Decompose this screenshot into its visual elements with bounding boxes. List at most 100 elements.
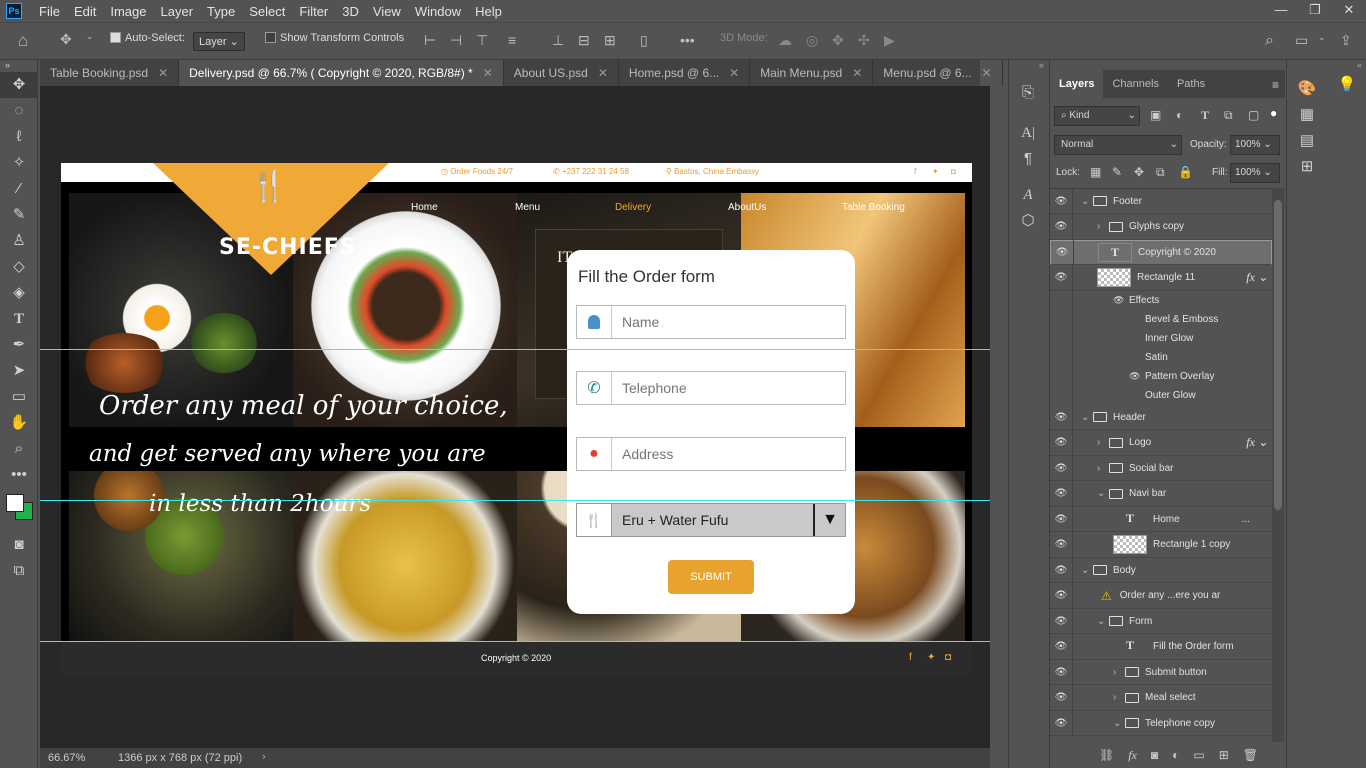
chevron-right-icon[interactable]: › <box>1097 221 1109 232</box>
move-tool-icon[interactable]: ✥ <box>60 31 72 48</box>
add-mask-icon[interactable]: ◙ <box>1151 748 1158 762</box>
close-tab-icon[interactable]: ✕ <box>729 60 739 86</box>
color-swatches[interactable] <box>0 488 37 532</box>
3d-roll-icon[interactable]: ◎ <box>806 32 818 49</box>
lock-paint-icon[interactable]: ✎ <box>1112 165 1122 179</box>
lock-all-icon[interactable]: 🔒 <box>1178 165 1193 179</box>
chevron-down-icon[interactable]: ⌄ <box>86 31 94 42</box>
chevron-right-icon[interactable]: › <box>262 751 266 763</box>
align-bottom-icon[interactable]: ⊞ <box>604 32 616 49</box>
chevron-right-icon[interactable]: › <box>1113 667 1125 678</box>
chevron-right-icon[interactable]: › <box>1097 463 1109 474</box>
opacity-field[interactable]: 100% ⌄ <box>1230 135 1280 155</box>
canvas-area[interactable]: IT ◷ Order Foods 24/7 ✆ +237 222 31 24 5… <box>40 86 990 748</box>
eyedropper-icon[interactable]: ⁄ <box>0 176 38 202</box>
collapse-icon[interactable]: « <box>1287 60 1366 70</box>
layer-row[interactable]: 👁 › Glyphs copy <box>1050 214 1272 240</box>
footer-instagram-icon[interactable]: ◘ <box>945 652 951 663</box>
menu-view[interactable]: View <box>366 4 408 19</box>
delete-layer-icon[interactable]: 🗑 <box>1243 748 1258 762</box>
eraser-tool-icon[interactable]: ◇ <box>0 254 38 280</box>
fx-badge-icon[interactable]: fx ⌄ <box>1246 270 1268 285</box>
visibility-eye-icon[interactable]: 👁 <box>1050 692 1072 703</box>
chevron-right-icon[interactable]: › <box>1097 437 1109 448</box>
chevron-down-icon[interactable]: ⌄ <box>1081 412 1093 423</box>
close-tab-icon[interactable]: ✕ <box>852 60 862 86</box>
document-tab[interactable]: About US.psd ✕ <box>504 60 619 86</box>
dropdown-arrow-icon[interactable]: ▼ <box>813 504 845 536</box>
minimize-icon[interactable]: — <box>1264 0 1298 22</box>
3d-icon[interactable]: ⬡ <box>1009 208 1047 234</box>
instagram-icon[interactable]: ◘ <box>951 167 956 176</box>
filter-type-icon[interactable]: T <box>1201 108 1209 123</box>
document-tab[interactable]: Table Booking.psd ✕ <box>40 60 180 86</box>
3d-slide-icon[interactable]: ✣ <box>858 32 870 49</box>
filter-kind-dropdown[interactable]: ⌕ Kind ⌄ <box>1054 106 1140 126</box>
chevron-down-icon[interactable]: ⌄ <box>1081 565 1093 576</box>
menu-edit[interactable]: Edit <box>67 4 103 19</box>
footer-twitter-icon[interactable]: ✦ <box>927 652 935 663</box>
close-tab-icon[interactable]: ✕ <box>158 60 168 86</box>
menu-image[interactable]: Image <box>103 4 153 19</box>
align-center-icon[interactable]: ⊣ <box>450 32 462 49</box>
learn-icon[interactable]: 💡 <box>1327 72 1366 98</box>
visibility-eye-icon[interactable]: 👁 <box>1050 221 1072 232</box>
magic-wand-icon[interactable]: ✧ <box>0 150 38 176</box>
new-layer-icon[interactable]: ⊞ <box>1219 748 1229 762</box>
document-tab[interactable]: Main Menu.psd ✕ <box>750 60 874 86</box>
layer-row[interactable]: 👁 › Social bar <box>1050 455 1272 481</box>
fx-icon[interactable]: fx <box>1128 748 1137 763</box>
layer-row[interactable]: 👁 Pattern Overlay <box>1050 364 1272 389</box>
effect-eye-icon[interactable]: 👁 <box>1129 371 1145 382</box>
meal-select[interactable]: 🍴 Eru + Water Fufu ▼ <box>576 503 846 537</box>
zoom-tool-icon[interactable]: ⌕ <box>0 436 38 462</box>
menu-3d[interactable]: 3D <box>335 4 366 19</box>
layer-row[interactable]: Bevel & Emboss <box>1050 307 1272 332</box>
stamp-tool-icon[interactable]: ♙ <box>0 228 38 254</box>
visibility-eye-icon[interactable]: 👁 <box>1050 616 1072 627</box>
panel-tab-paths[interactable]: Paths <box>1168 70 1214 98</box>
swatches-icon[interactable]: ▦ <box>1287 102 1327 128</box>
visibility-eye-icon[interactable]: 👁 <box>1050 412 1072 423</box>
document-tab[interactable]: Home.psd @ 6... ✕ <box>619 60 751 86</box>
site-nav-aboutus[interactable]: AboutUs <box>728 202 766 213</box>
visibility-eye-icon[interactable]: 👁 <box>1050 272 1072 283</box>
adjustment-icon[interactable]: ◐ <box>1172 748 1179 762</box>
document-tab[interactable]: Delivery.psd @ 66.7% ( Copyright © 2020,… <box>179 60 504 86</box>
distribute-icon[interactable]: ≡ <box>508 32 516 48</box>
site-nav-home[interactable]: Home <box>411 202 438 213</box>
foreground-color-swatch[interactable] <box>6 494 24 512</box>
visibility-eye-icon[interactable]: 👁 <box>1050 514 1072 525</box>
visibility-eye-icon[interactable]: 👁 <box>1050 565 1072 576</box>
layer-row[interactable]: 👁 T Home... <box>1050 506 1272 532</box>
filter-adjustment-icon[interactable]: ◐ <box>1176 108 1183 122</box>
search-icon[interactable]: ⌕ <box>1265 32 1274 50</box>
layer-row[interactable]: 👁 Rectangle 1 copy <box>1050 532 1272 558</box>
align-left-icon[interactable]: ⊢ <box>424 32 436 49</box>
filter-shape-icon[interactable]: ⧉ <box>1224 108 1233 123</box>
site-nav-table-booking[interactable]: Table Booking <box>842 202 905 213</box>
lock-pixels-icon[interactable]: ▦ <box>1090 165 1101 179</box>
chevron-down-icon[interactable]: ⌄ <box>1097 488 1109 499</box>
color-palette-icon[interactable]: 🎨 <box>1287 76 1327 102</box>
pen-tool-icon[interactable]: ✒ <box>0 332 38 358</box>
transform-controls-checkbox[interactable]: Show Transform Controls <box>265 32 404 44</box>
filter-toggle-icon[interactable]: ● <box>1270 106 1277 120</box>
panel-tab-channels[interactable]: Channels <box>1103 70 1167 98</box>
visibility-eye-icon[interactable]: 👁 <box>1050 463 1072 474</box>
fx-badge-icon[interactable]: fx ⌄ <box>1246 435 1268 450</box>
paint-bucket-icon[interactable]: ◈ <box>0 280 38 306</box>
align-right-icon[interactable]: ⊤ <box>476 32 488 49</box>
close-tab-icon[interactable]: ✕ <box>982 60 992 86</box>
effect-eye-icon[interactable]: 👁 <box>1113 295 1129 306</box>
more-options-icon[interactable]: ••• <box>680 32 695 48</box>
layer-row[interactable]: Outer Glow <box>1050 383 1272 408</box>
history-icon[interactable]: ⎘ <box>1009 80 1047 106</box>
brush-tool-icon[interactable]: ✎ <box>0 202 38 228</box>
menu-help[interactable]: Help <box>468 4 509 19</box>
panel-tab-layers[interactable]: Layers <box>1050 70 1104 98</box>
workspace-icon[interactable]: ▭ <box>1295 32 1308 49</box>
telephone-input[interactable] <box>612 372 845 404</box>
layer-row[interactable]: 👁 ⚠ Order any ...ere you ar <box>1050 583 1272 609</box>
layer-row[interactable]: 👁 › Meal select <box>1050 685 1272 711</box>
